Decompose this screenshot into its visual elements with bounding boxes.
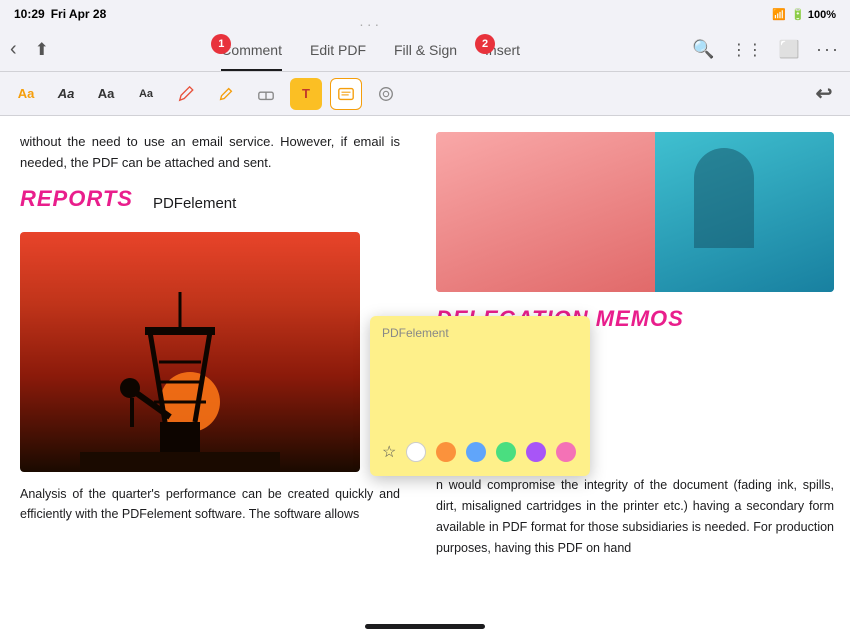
pdfelement-label: PDFelement xyxy=(153,195,236,212)
sticky-note-title: PDFelement xyxy=(382,326,578,340)
pdf-left-column: without the need to use an email service… xyxy=(0,116,420,614)
tab-edit-pdf[interactable]: Edit PDF xyxy=(296,36,380,64)
tab-insert[interactable]: 2 Insert xyxy=(471,36,534,64)
text-highlight-button[interactable]: T xyxy=(290,78,322,110)
sticky-note-popup[interactable]: PDFelement ☆ xyxy=(370,316,590,476)
pdf-page: without the need to use an email service… xyxy=(0,116,850,614)
expand-button[interactable]: ⬜ xyxy=(779,40,800,60)
color-pink-button[interactable] xyxy=(556,442,576,462)
right-top-image xyxy=(436,132,834,292)
pencil-tool-button[interactable] xyxy=(210,78,242,110)
font-style-3-button[interactable]: Aa xyxy=(90,78,122,110)
comment-badge: 1 xyxy=(211,34,231,54)
font-style-1-button[interactable]: Aa xyxy=(10,78,42,110)
pen-tool-button[interactable] xyxy=(170,78,202,110)
color-orange-button[interactable] xyxy=(436,442,456,462)
status-bar: 10:29 Fri Apr 28 📶 🔋 100% xyxy=(0,0,850,28)
tab-comment[interactable]: 1 Comment xyxy=(207,36,296,64)
color-white-button[interactable] xyxy=(406,442,426,462)
annotation-toolbar: Aa Aa Aa Aa T ↩ xyxy=(0,72,850,116)
oil-rig-silhouette xyxy=(80,272,280,472)
color-blue-button[interactable] xyxy=(466,442,486,462)
sticky-note-toolbar: ☆ xyxy=(382,436,578,462)
oil-rig-image xyxy=(20,232,360,472)
status-day: Fri Apr 28 xyxy=(51,7,107,21)
reports-heading: REPORTS xyxy=(20,186,133,212)
sticky-note-content-area[interactable] xyxy=(382,348,578,428)
color-purple-button[interactable] xyxy=(526,442,546,462)
back-button[interactable]: ‹ xyxy=(10,38,17,61)
home-bar xyxy=(0,614,850,638)
font-style-4-button[interactable]: Aa xyxy=(130,78,162,110)
analysis-text: Analysis of the quarter's performance ca… xyxy=(20,484,400,524)
battery-icon: 🔋 100% xyxy=(791,8,836,21)
font-style-2-button[interactable]: Aa xyxy=(50,78,82,110)
status-time: 10:29 xyxy=(14,7,45,21)
wifi-icon: 📶 xyxy=(772,8,786,21)
share-button[interactable]: ⬆ xyxy=(35,40,49,60)
search-button[interactable]: 🔍 xyxy=(692,39,714,60)
stamp-button[interactable] xyxy=(370,78,402,110)
sticky-note-button[interactable] xyxy=(330,78,362,110)
nav-bar: ‹ ⬆ ··· 1 Comment Edit PDF Fill & Sign 2… xyxy=(0,28,850,72)
insert-badge: 2 xyxy=(475,34,495,54)
content-area: without the need to use an email service… xyxy=(0,116,850,614)
home-indicator xyxy=(365,624,485,629)
grid-button[interactable]: ⋮⋮ xyxy=(731,40,763,60)
eraser-tool-button[interactable] xyxy=(250,78,282,110)
tab-fill-sign[interactable]: Fill & Sign xyxy=(380,36,471,64)
color-green-button[interactable] xyxy=(496,442,516,462)
undo-button[interactable]: ↩ xyxy=(808,78,840,110)
more-button[interactable]: ··· xyxy=(816,39,840,60)
intro-text: without the need to use an email service… xyxy=(20,132,400,174)
bookmark-icon[interactable]: ☆ xyxy=(382,442,396,462)
